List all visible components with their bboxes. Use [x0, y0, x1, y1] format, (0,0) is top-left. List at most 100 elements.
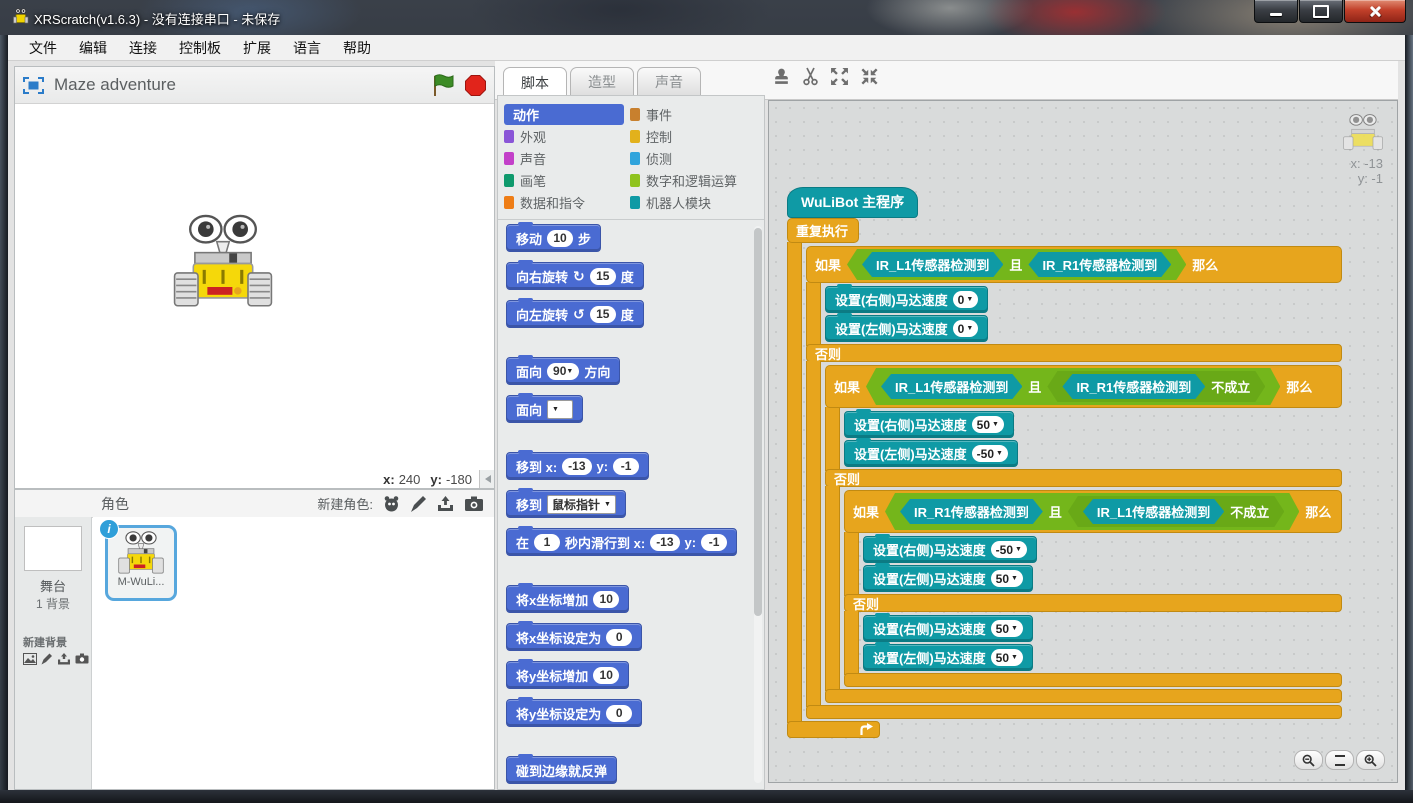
sprite-library-icon[interactable]	[382, 495, 401, 513]
category-sensing[interactable]: 侦测	[630, 148, 760, 169]
stage-canvas[interactable]	[15, 104, 494, 470]
if-else-block-2[interactable]: 如果 IR_L1传感器检测到 且 IR_R1传感器检测到 不成立	[825, 365, 1342, 703]
else-bar-1[interactable]: 否则	[806, 344, 1342, 362]
and-block[interactable]: IR_L1传感器检测到 且 IR_R1传感器检测到 不成立	[866, 368, 1280, 405]
wulibot-main-hat-block[interactable]: WuLiBot 主程序	[787, 187, 918, 218]
category-pen[interactable]: 画笔	[504, 170, 630, 191]
script-stack[interactable]: WuLiBot 主程序 重复执行 如果 IR_L1传感器检测到 且 IR_R1传…	[787, 187, 1342, 738]
cut-scissors-icon[interactable]	[802, 67, 819, 86]
not-block[interactable]: IR_L1传感器检测到 不成立	[1068, 496, 1284, 527]
stop-icon[interactable]	[465, 75, 486, 96]
fullscreen-icon[interactable]	[23, 77, 44, 94]
value-input[interactable]: 0	[606, 629, 632, 646]
sensor-r1-block[interactable]: IR_R1传感器检测到	[900, 499, 1043, 524]
category-data[interactable]: 数据和指令	[504, 192, 630, 213]
maximize-button[interactable]	[1299, 0, 1343, 23]
and-block[interactable]: IR_R1传感器检测到 且 IR_L1传感器检测到 不成立	[885, 493, 1299, 530]
backdrop-library-icon[interactable]	[23, 653, 37, 665]
upload-backdrop-icon[interactable]	[57, 653, 71, 665]
close-button[interactable]	[1344, 0, 1406, 23]
set-right-motor-block[interactable]: 设置(右侧)马达速度 0▼	[825, 286, 988, 313]
category-control[interactable]: 控制	[630, 126, 760, 147]
speed-dropdown[interactable]: 50▼	[991, 620, 1023, 637]
zoom-reset-button[interactable]	[1325, 750, 1354, 770]
grow-sprite-icon[interactable]	[830, 67, 849, 86]
speed-dropdown[interactable]: -50▼	[991, 541, 1027, 558]
point-towards-block[interactable]: 面向 ▼	[506, 395, 583, 423]
goto-target-dropdown[interactable]: 鼠标指针▼	[547, 495, 616, 514]
category-events[interactable]: 事件	[630, 104, 760, 125]
category-looks[interactable]: 外观	[504, 126, 630, 147]
seconds-input[interactable]: 1	[534, 534, 560, 551]
camera-icon[interactable]	[464, 495, 484, 512]
set-left-motor-block[interactable]: 设置(左侧)马达速度 50▼	[863, 565, 1033, 592]
forever-header[interactable]: 重复执行	[787, 218, 859, 243]
speed-dropdown[interactable]: 50▼	[991, 649, 1023, 666]
sensor-r1-block[interactable]: IR_R1传感器检测到	[1062, 374, 1205, 399]
if-else-block-3[interactable]: 如果 IR_R1传感器检测到 且 IR_L1传感器检测到	[844, 490, 1342, 687]
zoom-in-button[interactable]	[1356, 750, 1385, 770]
camera-backdrop-icon[interactable]	[75, 653, 89, 664]
wulibot-sprite-image[interactable]	[173, 212, 273, 312]
sensor-l1-block[interactable]: IR_L1传感器检测到	[1083, 499, 1224, 524]
x-input[interactable]: -13	[562, 458, 591, 475]
scripts-canvas[interactable]: x: -13 y: -1 WuLiBot 主程序 重复执行 如果 IR_L1传感…	[768, 100, 1398, 783]
menu-edit[interactable]: 编辑	[68, 35, 118, 61]
target-dropdown[interactable]: ▼	[547, 400, 573, 419]
category-motion[interactable]: 动作	[504, 104, 624, 125]
degrees-input[interactable]: 15	[590, 306, 616, 323]
sensor-l1-block[interactable]: IR_L1传感器检测到	[881, 374, 1022, 399]
collapse-stage-button[interactable]	[479, 470, 494, 488]
not-block[interactable]: IR_R1传感器检测到 不成立	[1047, 371, 1265, 402]
tab-costumes[interactable]: 造型	[570, 67, 634, 95]
upload-sprite-icon[interactable]	[436, 495, 455, 513]
else-bar-3[interactable]: 否则	[844, 594, 1342, 612]
change-x-block[interactable]: 将x坐标增加 10	[506, 585, 629, 613]
goto-xy-block[interactable]: 移到 x: -13 y: -1	[506, 452, 649, 480]
and-block[interactable]: IR_L1传感器检测到 且 IR_R1传感器检测到	[847, 249, 1186, 280]
scrollbar-thumb[interactable]	[754, 228, 762, 616]
paint-brush-icon[interactable]	[410, 495, 427, 513]
point-direction-block[interactable]: 面向 90▼ 方向	[506, 357, 620, 385]
menu-connect[interactable]: 连接	[118, 35, 168, 61]
value-input[interactable]: 0	[606, 705, 632, 722]
menu-extensions[interactable]: 扩展	[232, 35, 282, 61]
forever-block[interactable]: 重复执行 如果 IR_L1传感器检测到 且 IR_R1传感器检测到	[787, 218, 1342, 738]
speed-dropdown[interactable]: 50▼	[991, 570, 1023, 587]
y-input[interactable]: -1	[701, 534, 727, 551]
value-input[interactable]: 10	[593, 591, 619, 608]
menu-help[interactable]: 帮助	[332, 35, 382, 61]
title-bar[interactable]: XRScratch(v1.6.3) - 没有连接串口 - 未保存	[0, 0, 1413, 35]
minimize-button[interactable]	[1254, 0, 1298, 23]
set-right-motor-block[interactable]: 设置(右侧)马达速度 50▼	[863, 615, 1033, 642]
green-flag-icon[interactable]	[431, 74, 456, 97]
if-else-block-1[interactable]: 如果 IR_L1传感器检测到 且 IR_R1传感器检测到 那么	[806, 246, 1342, 719]
value-input[interactable]: 10	[593, 667, 619, 684]
duplicate-stamp-icon[interactable]	[772, 67, 791, 86]
zoom-out-button[interactable]	[1294, 750, 1323, 770]
glide-block[interactable]: 在 1 秒内滑行到 x: -13 y: -1	[506, 528, 737, 556]
category-operators[interactable]: 数字和逻辑运算	[630, 170, 760, 191]
sensor-r1-block[interactable]: IR_R1传感器检测到	[1028, 252, 1171, 277]
goto-mouse-block[interactable]: 移到 鼠标指针▼	[506, 490, 626, 518]
steps-input[interactable]: 10	[547, 230, 573, 247]
stage-thumbnail[interactable]	[24, 526, 82, 571]
else-bar-2[interactable]: 否则	[825, 469, 1342, 487]
set-left-motor-block[interactable]: 设置(左侧)马达速度 0▼	[825, 315, 988, 342]
set-y-block[interactable]: 将y坐标设定为 0	[506, 699, 642, 727]
turn-right-block[interactable]: 向右旋转 ↻ 15 度	[506, 262, 644, 290]
info-icon[interactable]: i	[99, 519, 119, 539]
if-header-2[interactable]: 如果 IR_L1传感器检测到 且 IR_R1传感器检测到 不成立	[825, 365, 1342, 408]
sprite-card-wulibot[interactable]: i M-WuLi...	[105, 525, 177, 601]
category-robot[interactable]: 机器人模块	[630, 192, 760, 213]
turn-left-block[interactable]: 向左旋转 ↺ 15 度	[506, 300, 644, 328]
set-left-motor-block[interactable]: 设置(左侧)马达速度 50▼	[863, 644, 1033, 671]
direction-dropdown[interactable]: 90▼	[547, 363, 579, 380]
bounce-on-edge-block[interactable]: 碰到边缘就反弹	[506, 756, 617, 784]
speed-dropdown[interactable]: 50▼	[972, 416, 1004, 433]
x-input[interactable]: -13	[650, 534, 679, 551]
set-x-block[interactable]: 将x坐标设定为 0	[506, 623, 642, 651]
set-right-motor-block[interactable]: 设置(右侧)马达速度 -50▼	[863, 536, 1037, 563]
change-y-block[interactable]: 将y坐标增加 10	[506, 661, 629, 689]
paint-backdrop-icon[interactable]	[41, 653, 53, 665]
